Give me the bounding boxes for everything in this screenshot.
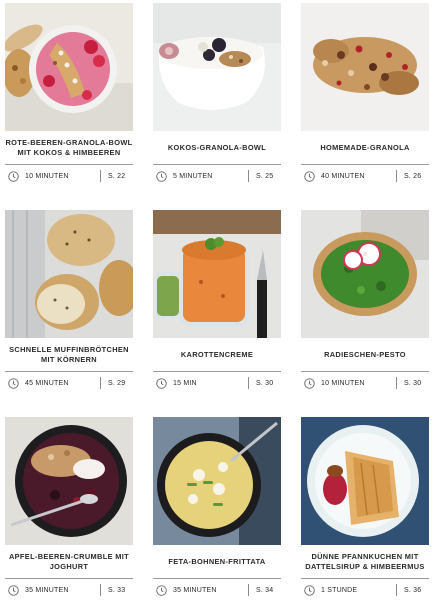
prep-time: 15 MIN <box>173 379 197 387</box>
recipe-meta: 45 MINUTEN S. 29 <box>5 372 133 394</box>
recipe-title[interactable]: KOKOS-GRANOLA-BOWL <box>153 133 281 163</box>
prep-time: 35 MINUTEN <box>25 586 69 594</box>
clock-icon <box>156 170 167 182</box>
recipe-meta: 35 MINUTEN S. 34 <box>153 579 281 601</box>
clock-icon <box>304 170 315 182</box>
page-number[interactable]: S. 25 <box>256 173 278 180</box>
prep-time: 10 MINUTEN <box>25 172 69 180</box>
separator <box>248 170 249 182</box>
recipe-photo-homemade-granola <box>301 3 429 131</box>
recipe-meta: 40 MINUTEN S. 26 <box>301 165 429 187</box>
recipe-card[interactable]: FETA-BOHNEN-FRITTATA 35 MINUTEN S. 34 <box>153 417 281 601</box>
recipe-photo-apple-berry-crumble <box>5 417 133 545</box>
recipe-photo-feta-bean-frittata <box>153 417 281 545</box>
clock-icon <box>156 377 167 389</box>
prep-time: 5 MINUTEN <box>173 172 213 180</box>
separator <box>100 170 101 182</box>
recipe-card[interactable]: KAROTTENCREME 15 MIN S. 30 <box>153 210 281 394</box>
recipe-photo-seeded-rolls <box>5 210 133 338</box>
page-number[interactable]: S. 22 <box>108 173 130 180</box>
recipe-card[interactable]: HOMEMADE-GRANOLA 40 MINUTEN S. 26 <box>301 3 429 187</box>
page-number[interactable]: S. 26 <box>404 173 426 180</box>
recipe-card[interactable]: SCHNELLE MUFFINBRÖTCHEN MIT KÖRNERN 45 M… <box>5 210 133 394</box>
recipe-title[interactable]: APFEL-BEEREN-CRUMBLE MIT JOGHURT <box>5 547 133 577</box>
recipe-card[interactable]: ROTE-BEEREN-GRANOLA-BOWL MIT KOKOS & HIM… <box>5 3 133 187</box>
recipe-title[interactable]: KAROTTENCREME <box>153 340 281 370</box>
clock-icon <box>8 377 19 389</box>
prep-time: 35 MINUTEN <box>173 586 217 594</box>
clock-icon <box>8 584 19 596</box>
recipe-card[interactable]: KOKOS-GRANOLA-BOWL 5 MINUTEN S. 25 <box>153 3 281 187</box>
separator <box>100 377 101 389</box>
recipe-photo-coconut-granola-bowl <box>153 3 281 131</box>
separator <box>100 584 101 596</box>
recipe-title[interactable]: HOMEMADE-GRANOLA <box>301 133 429 163</box>
recipe-meta: 10 MINUTEN S. 30 <box>301 372 429 394</box>
recipe-title[interactable]: RADIESCHEN-PESTO <box>301 340 429 370</box>
page-number[interactable]: S. 30 <box>404 380 426 387</box>
recipe-photo-thin-pancakes <box>301 417 429 545</box>
prep-time: 1 STUNDE <box>321 586 358 594</box>
prep-time: 10 MINUTEN <box>321 379 365 387</box>
recipe-title[interactable]: ROTE-BEEREN-GRANOLA-BOWL MIT KOKOS & HIM… <box>5 133 133 163</box>
clock-icon <box>8 170 19 182</box>
prep-time: 40 MINUTEN <box>321 172 365 180</box>
recipe-card[interactable]: APFEL-BEEREN-CRUMBLE MIT JOGHURT 35 MINU… <box>5 417 133 601</box>
recipe-meta: 35 MINUTEN S. 33 <box>5 579 133 601</box>
clock-icon <box>304 377 315 389</box>
separator <box>248 377 249 389</box>
clock-icon <box>304 584 315 596</box>
recipe-meta: 1 STUNDE S. 36 <box>301 579 429 601</box>
prep-time: 45 MINUTEN <box>25 379 69 387</box>
recipe-photo-radish-pesto-bread <box>301 210 429 338</box>
recipe-card[interactable]: DÜNNE PFANNKUCHEN MIT DATTELSIRUP & HIMB… <box>301 417 429 601</box>
recipe-meta: 10 MINUTEN S. 22 <box>5 165 133 187</box>
recipe-title[interactable]: FETA-BOHNEN-FRITTATA <box>153 547 281 577</box>
separator <box>248 584 249 596</box>
page-number[interactable]: S. 29 <box>108 380 130 387</box>
separator <box>396 584 397 596</box>
separator <box>396 170 397 182</box>
recipe-meta: 5 MINUTEN S. 25 <box>153 165 281 187</box>
page-number[interactable]: S. 36 <box>404 587 426 594</box>
page-number[interactable]: S. 30 <box>256 380 278 387</box>
page-number[interactable]: S. 34 <box>256 587 278 594</box>
recipe-title[interactable]: DÜNNE PFANNKUCHEN MIT DATTELSIRUP & HIMB… <box>301 547 429 577</box>
recipe-photo-berry-granola-bowl <box>5 3 133 131</box>
page-number[interactable]: S. 33 <box>108 587 130 594</box>
clock-icon <box>156 584 167 596</box>
recipe-meta: 15 MIN S. 30 <box>153 372 281 394</box>
recipe-card[interactable]: RADIESCHEN-PESTO 10 MINUTEN S. 30 <box>301 210 429 394</box>
separator <box>396 377 397 389</box>
recipe-title[interactable]: SCHNELLE MUFFINBRÖTCHEN MIT KÖRNERN <box>5 340 133 370</box>
recipe-photo-carrot-spread-jar <box>153 210 281 338</box>
